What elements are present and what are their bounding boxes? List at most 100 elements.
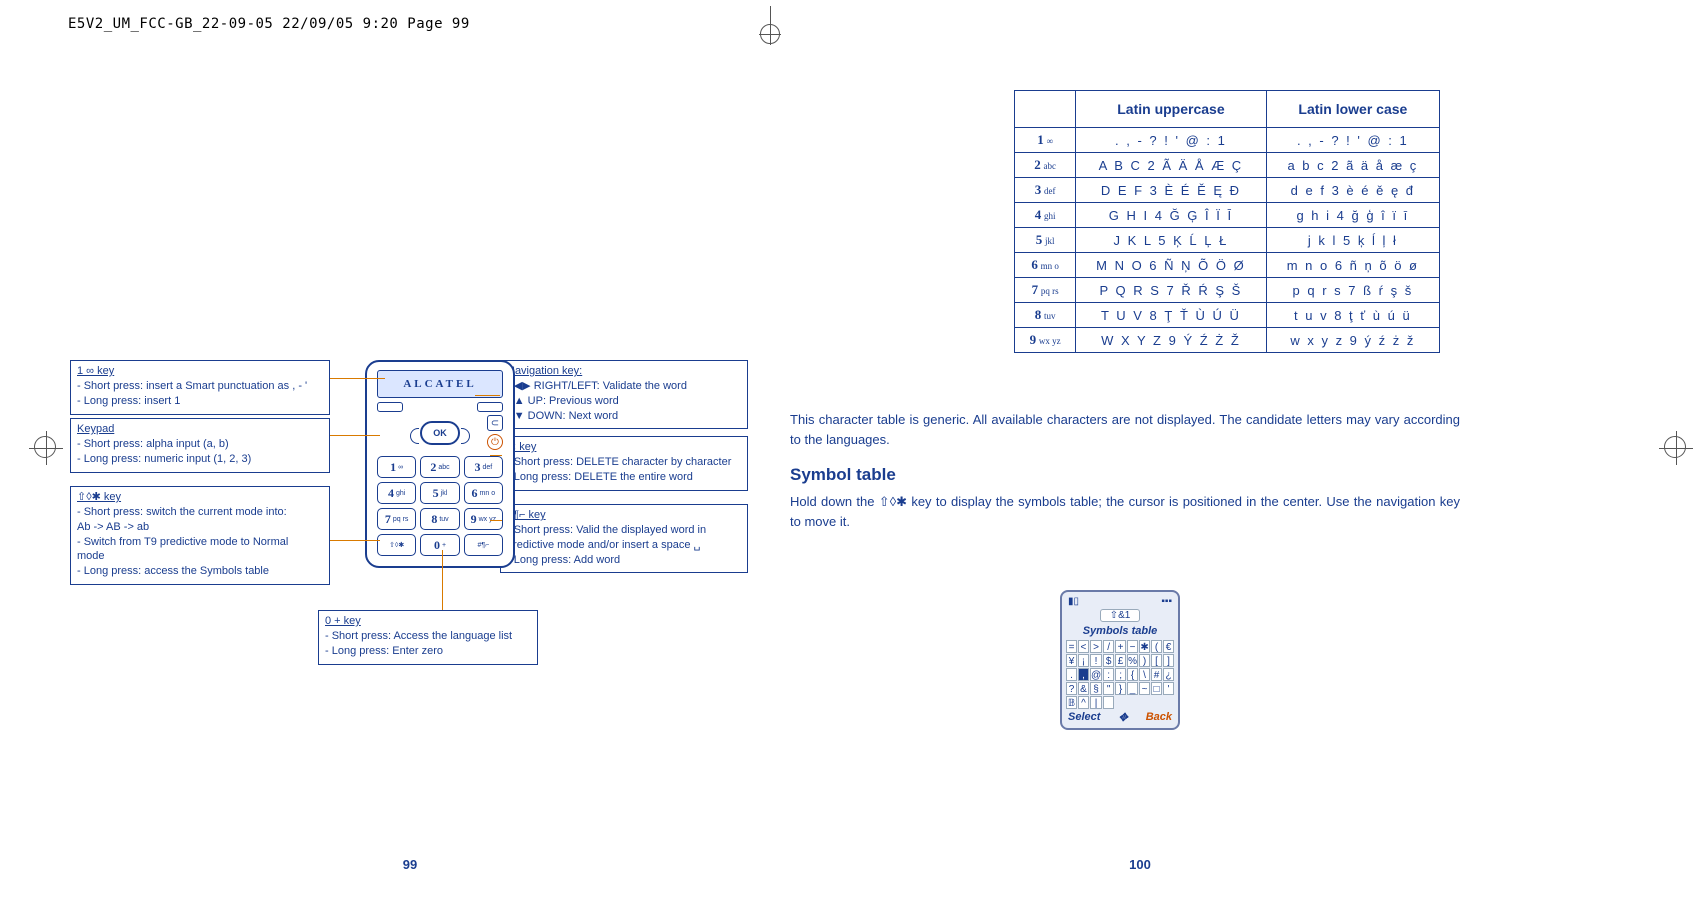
key-5: 5jkl <box>420 482 459 504</box>
symbols-table-figure: ▮▯▪▪▪ ⇧&1 Symbols table =<>/+−✱(€¥¡!$£%)… <box>1060 590 1180 730</box>
symbol-cell: ' <box>1163 682 1174 695</box>
leader-line <box>475 395 500 396</box>
lowercase-chars: p q r s 7 ß ŕ ş š <box>1266 278 1439 303</box>
key-3: 3def <box>464 456 503 478</box>
key-0: 0+ <box>420 534 459 556</box>
callout-title: Keypad <box>77 423 114 435</box>
key-7: 7pq rs <box>377 508 416 530</box>
power-key: ⏻ <box>487 434 503 450</box>
symbol-cell: ! <box>1090 654 1102 667</box>
ok-button: OK <box>420 421 460 445</box>
lowercase-chars: . , - ? ! ' @ : 1 <box>1266 128 1439 153</box>
symbol-cell: \ <box>1139 668 1150 681</box>
symbol-cell: < <box>1078 640 1089 653</box>
symbol-cell: " <box>1103 682 1114 695</box>
softkey-back: Back <box>1146 711 1172 724</box>
row-key: 9 wx yz <box>1015 328 1076 353</box>
symbol-cell: ✱ <box>1139 640 1150 653</box>
lowercase-chars: t u v 8 ţ ť ù ú ü <box>1266 303 1439 328</box>
keypad: 1∞ 2abc 3def 4ghi 5jkl 6mn o 7pq rs 8tuv… <box>377 456 503 556</box>
col-header-lower: Latin lower case <box>1266 91 1439 128</box>
table-row: 2 abcA B C 2 Ã Ä Å Æ Ça b c 2 ã ä å æ ç <box>1015 153 1440 178</box>
row-key: 1 ∞ <box>1015 128 1076 153</box>
symbol-cell: ¡ <box>1078 654 1089 667</box>
c-key: ⊂ <box>487 415 503 431</box>
callout-c-key: ⊂ key - Short press: DELETE character by… <box>500 436 748 491</box>
uppercase-chars: G H I 4 Ğ Ģ Î Ï Ī <box>1076 203 1267 228</box>
note-text: This character table is generic. All ava… <box>790 410 1460 449</box>
symbol-cell: ^ <box>1078 696 1089 709</box>
callout-title: ⇧◊✱ key <box>77 491 121 503</box>
symbol-cell: ) <box>1139 654 1150 667</box>
row-key: 4 ghi <box>1015 203 1076 228</box>
key-4: 4ghi <box>377 482 416 504</box>
softkey-left-icon <box>377 402 403 412</box>
row-key: 5 jkl <box>1015 228 1076 253</box>
table-row: 4 ghiG H I 4 Ğ Ģ Î Ï Īg h i 4 ğ ģ î ï ī <box>1015 203 1440 228</box>
symbol-cell: − <box>1127 640 1138 653</box>
symbol-cell: , <box>1078 668 1089 681</box>
key-9: 9wx yz <box>464 508 503 530</box>
symbol-cell: } <box>1115 682 1126 695</box>
symbol-cell: | <box>1090 696 1102 709</box>
symbol-cell: & <box>1078 682 1089 695</box>
registration-mark-top <box>750 6 790 46</box>
table-row: 8 tuvT U V 8 Ţ Ť Ù Ú Üt u v 8 ţ ť ù ú ü <box>1015 303 1440 328</box>
leader-line <box>330 435 380 436</box>
symbol-cell: ¿ <box>1163 668 1174 681</box>
row-key: 6 mn o <box>1015 253 1076 278</box>
row-key: 2 abc <box>1015 153 1076 178</box>
phone-brand: ALCATEL <box>403 378 476 390</box>
page-left: 1 ∞ key - Short press: insert a Smart pu… <box>60 60 760 880</box>
symbol-cell <box>1103 696 1114 709</box>
symbol-cell: £ <box>1115 654 1126 667</box>
symbol-cell: ? <box>1066 682 1077 695</box>
table-row: 7 pq rsP Q R S 7 Ř Ŕ Ş Šp q r s 7 ß ŕ ş … <box>1015 278 1440 303</box>
phone-screen: ALCATEL <box>377 370 503 398</box>
symbol-cell: [ <box>1151 654 1162 667</box>
symbol-cell: : <box>1103 668 1114 681</box>
callout-title: 0 + key <box>325 615 361 627</box>
registration-mark-right <box>1658 430 1692 464</box>
nav-icon: ✥ <box>1118 711 1127 724</box>
callout-key-1: 1 ∞ key - Short press: insert a Smart pu… <box>70 360 330 415</box>
callout-keypad: Keypad - Short press: alpha input (a, b)… <box>70 418 330 473</box>
symbol-cell: 𝔹 <box>1066 696 1077 709</box>
symbol-cell: > <box>1090 640 1102 653</box>
symbol-cell: = <box>1066 640 1077 653</box>
page-number-right: 100 <box>790 857 1490 872</box>
leader-line <box>330 540 380 541</box>
uppercase-chars: . , - ? ! ' @ : 1 <box>1076 128 1267 153</box>
symbol-cell: € <box>1163 640 1174 653</box>
registration-mark-left <box>28 430 62 464</box>
uppercase-chars: P Q R S 7 Ř Ŕ Ş Š <box>1076 278 1267 303</box>
symbol-cell: $ <box>1103 654 1114 667</box>
leader-line <box>330 378 385 379</box>
symbol-cell: ¥ <box>1066 654 1077 667</box>
key-star: ⇧◊✱ <box>377 534 416 556</box>
symbol-cell: ] <box>1163 654 1174 667</box>
table-row: 1 ∞. , - ? ! ' @ : 1. , - ? ! ' @ : 1 <box>1015 128 1440 153</box>
table-row: 6 mn oM N O 6 Ñ Ņ Õ Ö Øm n o 6 ñ ņ õ ö ø <box>1015 253 1440 278</box>
symbol-cell: @ <box>1090 668 1102 681</box>
table-row: 3 defD E F 3 È É Ě Ę Đd e f 3 è é ě ę đ <box>1015 178 1440 203</box>
instruction-text: Hold down the ⇧◊✱ key to display the sym… <box>790 492 1460 531</box>
row-key: 7 pq rs <box>1015 278 1076 303</box>
lowercase-chars: a b c 2 ã ä å æ ç <box>1266 153 1439 178</box>
callout-nav-key: Navigation key: - ◀▶ RIGHT/LEFT: Validat… <box>500 360 748 429</box>
symbol-cell: _ <box>1127 682 1138 695</box>
input-mode: ⇧&1 <box>1100 609 1140 622</box>
symbol-cell: □ <box>1151 682 1162 695</box>
battery-icon: ▮▯ <box>1068 596 1079 607</box>
callout-star-key: ⇧◊✱ key - Short press: switch the curren… <box>70 486 330 585</box>
signal-icon: ▪▪▪ <box>1161 596 1172 607</box>
leader-line <box>490 520 502 521</box>
symbol-cell: ; <box>1115 668 1126 681</box>
callout-hash-key: #¶⌐ key - Short press: Valid the display… <box>500 504 748 573</box>
symbol-cell: ~ <box>1139 682 1150 695</box>
key-8: 8tuv <box>420 508 459 530</box>
symbol-cell: / <box>1103 640 1114 653</box>
symbols-title: Symbols table <box>1066 625 1174 637</box>
page-number-left: 99 <box>60 857 760 872</box>
col-header-upper: Latin uppercase <box>1076 91 1267 128</box>
